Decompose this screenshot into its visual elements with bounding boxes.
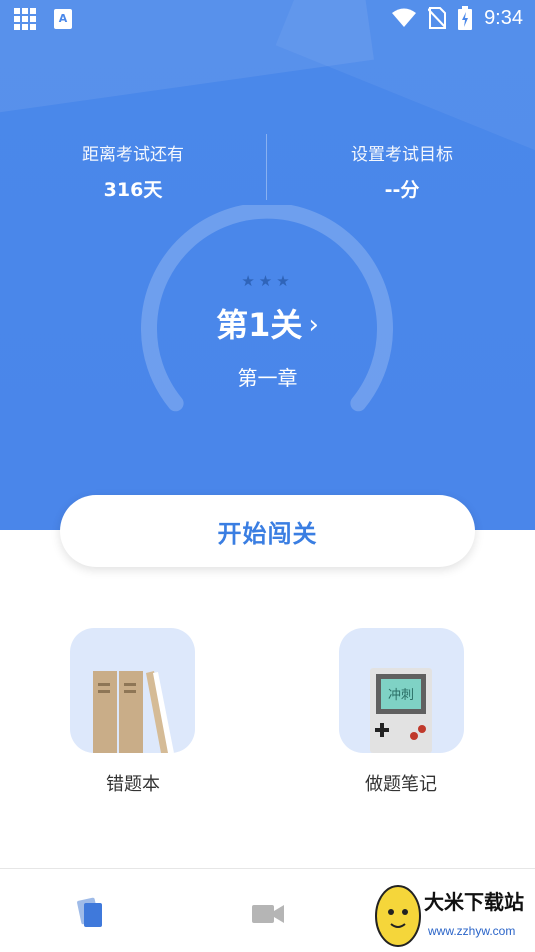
goal-label[interactable]: 设置考试目标 <box>302 140 502 165</box>
video-camera-icon[interactable] <box>248 895 288 931</box>
start-challenge-button[interactable]: 开始闯关 <box>60 495 475 567</box>
books-icon <box>93 671 174 753</box>
status-bar: A 9:34 <box>0 0 535 36</box>
watermark-url: www.zzhyw.com <box>428 924 516 938</box>
mascot-icon <box>375 885 421 947</box>
notification-app-icon: A <box>54 9 72 29</box>
level-stars: ★★★ <box>241 272 294 290</box>
countdown-label: 距离考试还有 <box>82 145 184 165</box>
level-title-text[interactable]: 第1关 <box>216 306 302 344</box>
watermark-title: 大米下载站 <box>424 890 524 914</box>
gameboy-screen-text: 冲刺 <box>387 688 414 703</box>
app-grid-icon <box>14 8 36 30</box>
exam-countdown: 距离考试还有 316天 <box>33 140 233 202</box>
exam-goal[interactable]: 设置考试目标 --分 <box>302 140 502 202</box>
clock-time: 9:34 <box>484 6 523 29</box>
level-title[interactable]: 第1关 › <box>0 300 535 346</box>
study-notes-tile[interactable]: 冲刺 <box>339 628 464 753</box>
stat-divider <box>266 134 267 200</box>
study-notes-label[interactable]: 做题笔记 <box>301 770 501 796</box>
battery-charging-icon <box>458 6 473 30</box>
wifi-icon <box>392 8 417 27</box>
chapter-label: 第一章 <box>237 366 298 390</box>
no-sim-icon <box>428 7 447 29</box>
countdown-value: 316天 <box>103 179 163 201</box>
chevron-right-icon[interactable]: › <box>308 310 318 340</box>
goal-value[interactable]: --分 <box>302 175 502 202</box>
wrong-questions-tile[interactable] <box>70 628 195 753</box>
wrong-questions-label[interactable]: 错题本 <box>33 770 233 796</box>
cards-icon[interactable] <box>71 895 111 931</box>
watermark: 大米下载站 www.zzhyw.com <box>370 880 535 952</box>
